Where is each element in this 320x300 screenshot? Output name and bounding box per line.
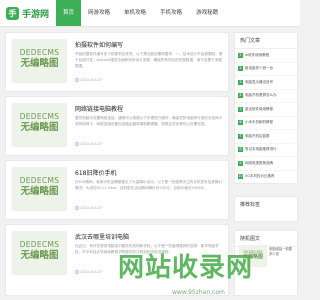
article-card[interactable]: DEDECMS 无编略图 拍摄软件如何编写 开始拍摄软件编写多个镜像前应考虑，以… (5, 32, 229, 92)
logo-icon: 手 (6, 6, 19, 20)
rank-badge: 9 (238, 160, 243, 166)
hot-article-item[interactable]: 7 电脑开机后蓝屏 (235, 130, 297, 144)
tags-title: 推荐标签 (240, 202, 261, 208)
rank-badge: 8 (238, 147, 243, 153)
thumbnail-text-no-image: 无编略图 (20, 58, 59, 69)
thumbnail-text-no-image: 无编略图 (20, 186, 59, 197)
site-logo[interactable]: 手 手游网 (6, 6, 49, 20)
thumbnail-text-dedecms: DEDECMS (19, 240, 60, 249)
nav-item-mobile-games[interactable]: 手机攻略 (153, 0, 189, 26)
nav-item-cheats[interactable]: 游戏秘籍 (189, 0, 225, 26)
random-posts-panel: 随机图文 DEDECMS 无编略图 电脑组装一般要多少钱 (234, 230, 298, 296)
article-summary: 要在电脑中设置网络连接，通常可以按照以下步骤进行操作：确保您的电脑有可用的无线网… (75, 116, 223, 126)
nav-item-home[interactable]: 首页 (56, 0, 82, 26)
article-date: 2025-04-07 (75, 269, 102, 274)
hot-article-item[interactable]: 10 5G手机性价比推荐 (235, 171, 297, 184)
clock-icon (75, 78, 79, 82)
article-title[interactable]: 武汉去哪里培训电脑 (75, 232, 129, 241)
article-card[interactable]: DEDECMS 无编略图 618旧降价手机 在618期间，各家手机品牌都推出了大… (5, 160, 229, 220)
article-date: 2025-04-07 (75, 77, 102, 82)
article-title[interactable]: 618旧降价手机 (75, 168, 116, 177)
article-date: 2025-04-07 (75, 141, 102, 146)
random-post-title[interactable]: 电脑组装一般要多少钱 (269, 247, 294, 257)
random-post-thumbnail[interactable]: DEDECMS 无编略图 (239, 245, 267, 267)
rank-badge: 6 (238, 120, 243, 126)
rank-badge: 3 (238, 79, 243, 85)
thumbnail-text-no-image: 无编略图 (20, 250, 59, 261)
article-thumbnail[interactable]: DEDECMS 无编略图 (12, 103, 67, 147)
hot-article-item[interactable]: 3 电脑显示器没信号 (235, 76, 297, 90)
thumbnail-text-no-image: 无编略图 (20, 122, 59, 133)
rank-badge: 10 (238, 174, 243, 180)
rank-badge: 4 (238, 93, 243, 99)
rank-badge: 5 (238, 106, 243, 112)
hot-article-item[interactable]: 6 小米手机刷机教程 (235, 117, 297, 130)
tags-panel: 推荐标签 (234, 196, 298, 222)
thumbnail-text-dedecms: DEDECMS (19, 112, 60, 121)
nav-item-online-games[interactable]: 网游攻略 (81, 0, 117, 26)
article-thumbnail[interactable]: DEDECMS 无编略图 (12, 167, 67, 211)
hot-article-item[interactable]: 1 ai软件使用教程 (235, 49, 297, 63)
clock-icon (75, 270, 79, 274)
thumbnail-text-dedecms: DEDECMS (19, 48, 60, 57)
nav-item-single-games[interactable]: 单机攻略 (117, 0, 153, 26)
hot-article-item[interactable]: 2 租电脑多少钱一台 (235, 63, 297, 76)
logo-text: 手游网 (22, 9, 50, 20)
article-title[interactable]: 拍摄软件如何编写 (75, 40, 123, 49)
article-thumbnail[interactable]: DEDECMS 无编略图 (12, 39, 67, 83)
watermark-url: www.95zhan.com (172, 289, 225, 296)
clock-icon (75, 142, 79, 146)
hot-articles-title: 热门文章 (235, 33, 297, 49)
article-summary: 开始拍摄软件编写多个镜像前应考虑，以下是功能设置和要求，一、技术设计不会被限制，… (75, 52, 223, 68)
article-title[interactable]: 网络链接电脑教程 (75, 104, 123, 113)
article-thumbnail[interactable]: DEDECMS 无编略图 (12, 231, 67, 275)
hot-article-item[interactable]: 8 笔记本电脑推荐排行 (235, 144, 297, 157)
hot-article-item[interactable]: 4 电脑开机黑屏怎么办 (235, 90, 297, 103)
hot-article-item[interactable]: 5 激活软件使用教程 (235, 103, 297, 117)
hot-article-item[interactable]: 9 网络电视推荐品牌 (235, 157, 297, 171)
main-nav: 首页 网游攻略 单机攻略 手机攻略 游戏秘籍 (56, 0, 225, 26)
article-card[interactable]: DEDECMS 无编略图 网络链接电脑教程 要在电脑中设置网络连接，通常可以按照… (5, 96, 229, 156)
clock-icon (75, 206, 79, 210)
hot-articles-panel: 热门文章 1 ai软件使用教程 2 租电脑多少钱一台 3 电脑显示器没信号 4 电脑开机… (234, 32, 298, 184)
article-summary: 在武汉，有许多提供电脑培训服务的机构和学校，以下是一些值得推荐的选择：新华电脑学… (75, 244, 219, 254)
rank-badge: 1 (238, 52, 243, 58)
thumbnail-text-dedecms: DEDECMS (19, 176, 60, 185)
article-card[interactable]: DEDECMS 无编略图 武汉去哪里培训电脑 在武汉，有许多提供电脑培训服务的机… (5, 224, 229, 296)
rank-badge: 2 (238, 66, 243, 72)
rank-badge: 7 (238, 133, 243, 139)
article-date: 2025-04-07 (75, 205, 102, 210)
site-header: 手 手游网 首页 网游攻略 单机攻略 手机攻略 游戏秘籍 (0, 0, 300, 27)
article-summary: 在618期间，各家手机品牌都推出了大量降价活动，以下是一些值得关注的手机型号及其… (75, 180, 223, 190)
